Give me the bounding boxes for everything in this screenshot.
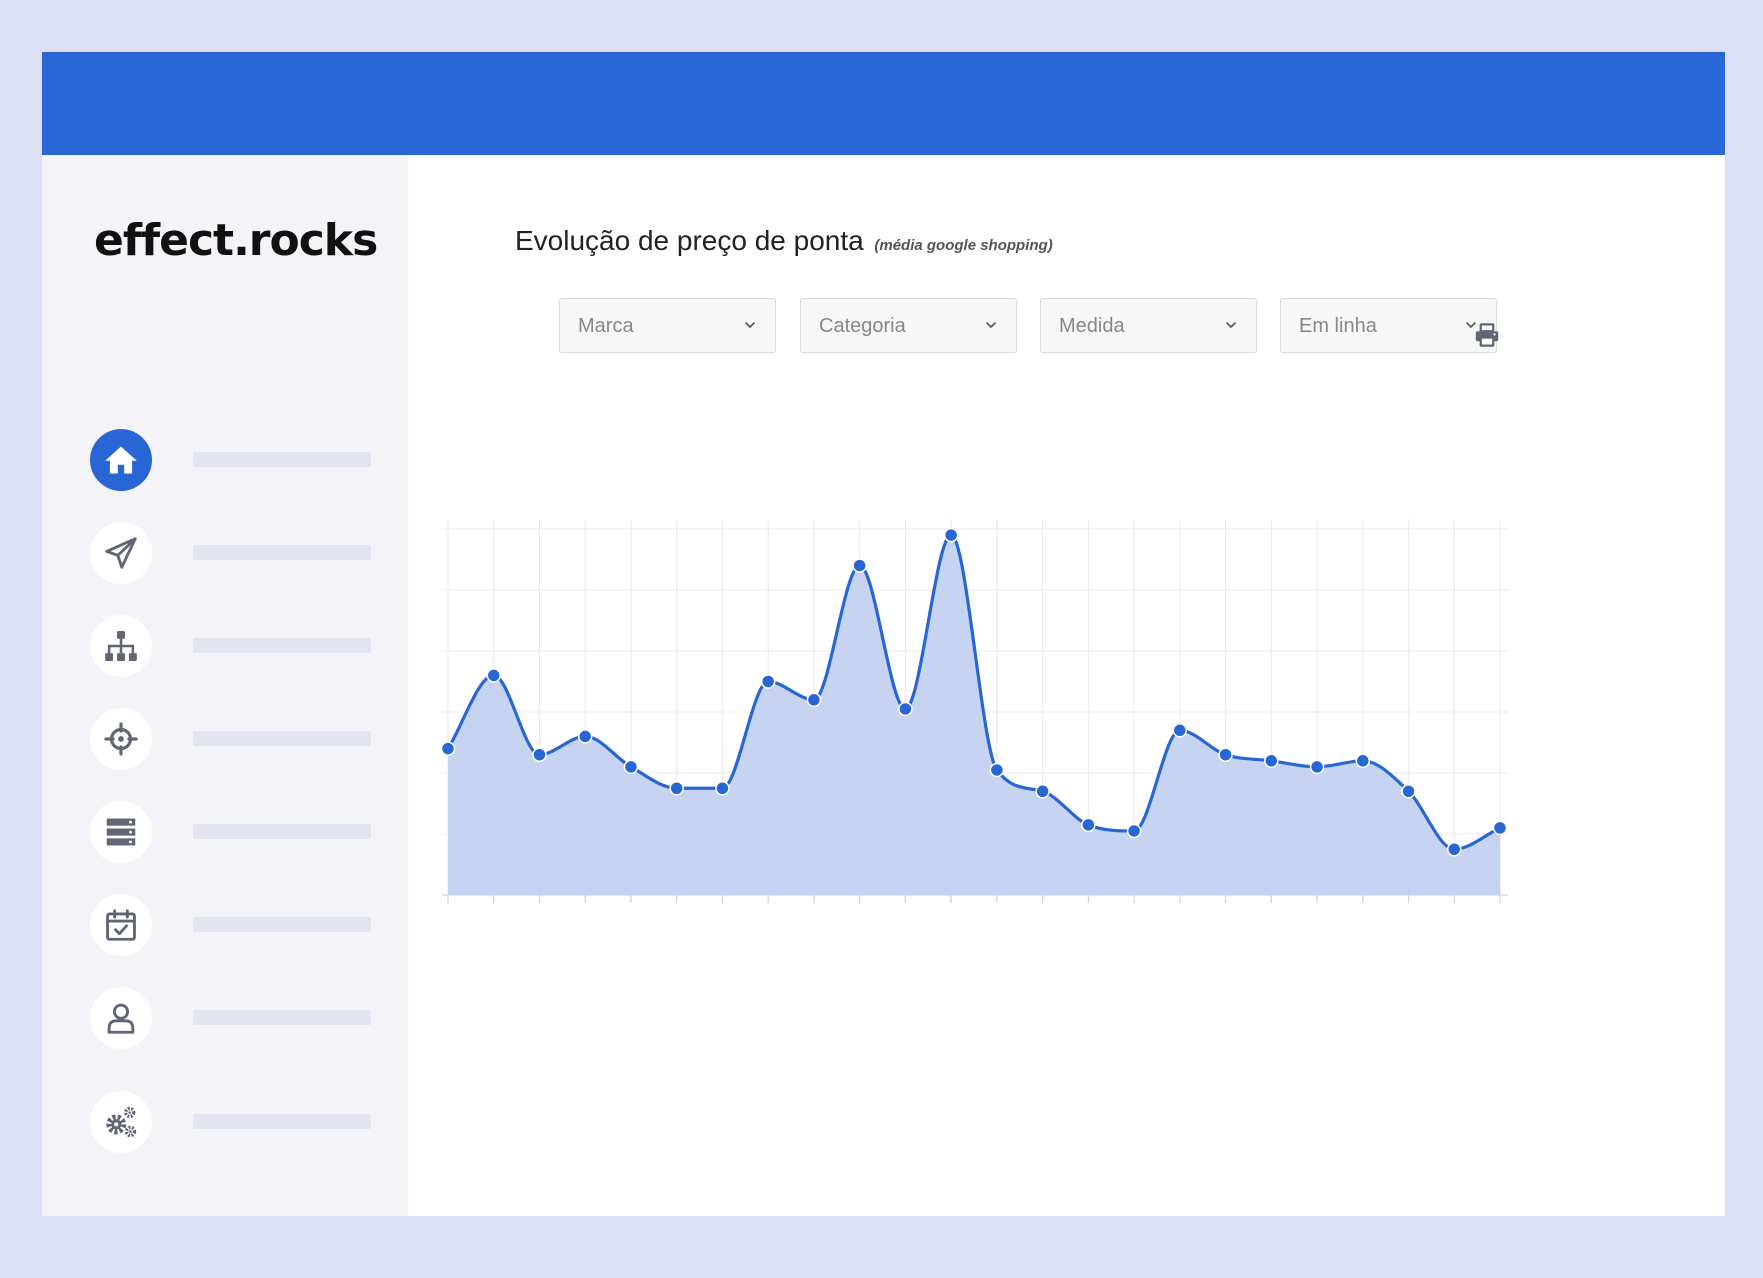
sidebar-item-label-placeholder (193, 545, 371, 560)
chart-data-point (852, 558, 867, 573)
chart-data-point (1035, 784, 1050, 799)
server-icon (90, 801, 152, 863)
sidebar-item-label-placeholder (193, 1010, 371, 1025)
chart-data-point (989, 762, 1005, 778)
chart-data-point (440, 741, 456, 756)
chart-data-point (1309, 759, 1325, 775)
sidebar-item-label-placeholder (193, 452, 371, 467)
sidebar-item-target[interactable] (90, 708, 380, 770)
sidebar-item-label-placeholder (193, 731, 371, 746)
chart-data-point (1447, 842, 1462, 857)
chart-data-point (1218, 747, 1233, 762)
calendar-check-icon (90, 894, 152, 956)
sidebar-item-label-placeholder (193, 917, 371, 932)
chart-data-point (898, 701, 913, 717)
sidebar-item-settings[interactable] (90, 1091, 380, 1153)
sidebar-item-data[interactable] (90, 801, 380, 863)
sidebar: effect.rocks (42, 155, 408, 1216)
chart-data-point (1172, 723, 1188, 738)
app-window: effect.rocks Evolução de preço de ponta … (42, 52, 1725, 1216)
crosshairs-icon (90, 708, 152, 770)
main-content: Evolução de preço de ponta (média google… (408, 155, 1725, 1216)
sidebar-item-profile[interactable] (90, 987, 380, 1049)
chart-data-point (577, 729, 593, 744)
brand-logo: effect.rocks (94, 215, 378, 266)
chart-data-point (806, 692, 822, 708)
chart-data-point (1492, 820, 1508, 836)
chart-data-point (1401, 784, 1416, 799)
chart-area-layer (448, 535, 1500, 895)
chart-data-point (715, 781, 730, 796)
gears-icon (90, 1091, 152, 1153)
paper-plane-icon (90, 522, 152, 584)
chart-data-point (760, 674, 776, 689)
chart-data-point (623, 759, 639, 775)
sidebar-item-label-placeholder (193, 824, 371, 839)
chart-data-point (1355, 753, 1371, 769)
home-icon (90, 429, 152, 491)
chart-data-point (669, 781, 684, 796)
chart-data-point (532, 747, 547, 762)
user-icon (90, 987, 152, 1049)
chart-data-point (943, 527, 959, 543)
sitemap-icon (90, 615, 152, 677)
sidebar-item-send[interactable] (90, 522, 380, 584)
sidebar-item-structure[interactable] (90, 615, 380, 677)
chart-data-point (486, 668, 501, 683)
chart-data-point (1081, 817, 1096, 833)
sidebar-item-home[interactable] (90, 429, 380, 491)
sidebar-item-calendar[interactable] (90, 894, 380, 956)
sidebar-item-label-placeholder (193, 1114, 371, 1129)
sidebar-item-label-placeholder (193, 638, 371, 653)
chart-data-point (1264, 753, 1279, 769)
top-bar (42, 52, 1725, 155)
price-area-chart (440, 519, 1508, 903)
chart-data-point (1126, 823, 1142, 839)
chart-area-fill (448, 535, 1500, 895)
